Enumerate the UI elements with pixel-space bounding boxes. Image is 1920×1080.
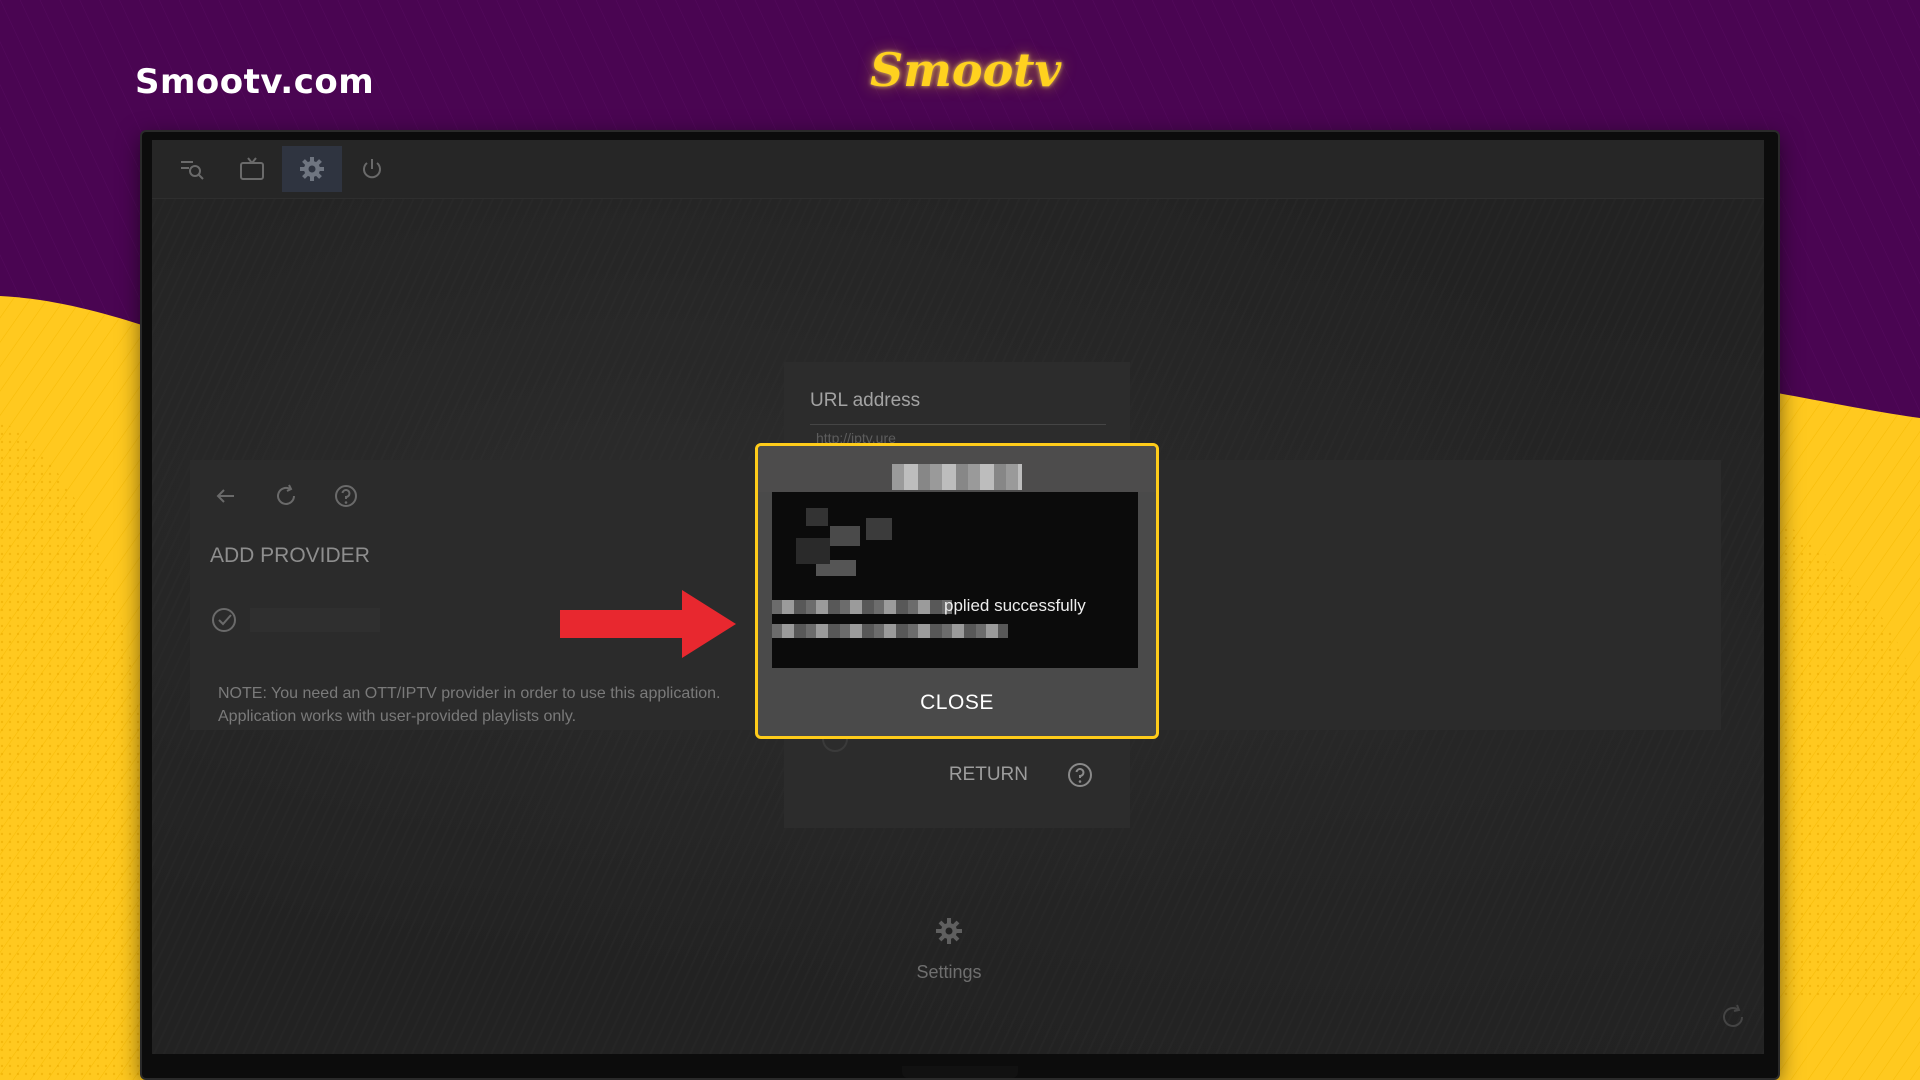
settings-tab-button[interactable] [282, 146, 342, 192]
refresh-icon [1723, 1004, 1743, 1027]
gear-icon [936, 918, 962, 944]
gear-icon [300, 157, 324, 181]
return-button[interactable]: RETURN [949, 764, 1028, 786]
success-dialog: pplied successfully CLOSE [755, 443, 1159, 739]
help-icon[interactable] [330, 480, 362, 512]
return-row: RETURN [784, 758, 1130, 792]
search-list-button[interactable] [162, 146, 222, 192]
help-icon[interactable] [1066, 761, 1094, 789]
add-provider-title: ADD PROVIDER [210, 544, 370, 567]
close-button[interactable]: CLOSE [914, 690, 1000, 716]
dialog-body: pplied successfully [772, 492, 1138, 668]
smootv-logo: Smootv [870, 43, 1062, 97]
refresh-icon[interactable] [270, 480, 302, 512]
app-top-toolbar [152, 140, 1764, 199]
pixelated-image [786, 498, 906, 590]
pixelated-title [892, 464, 1022, 490]
tv-stand [902, 1066, 1018, 1078]
power-button[interactable] [342, 146, 402, 192]
tv-button[interactable] [222, 146, 282, 192]
dialog-footer: CLOSE [758, 672, 1156, 734]
red-arrow-icon [560, 590, 736, 658]
back-arrow-icon[interactable] [210, 480, 242, 512]
site-url-label: Smootv.com [135, 62, 375, 102]
provider-note-text: NOTE: You need an OTT/IPTV provider in o… [218, 685, 721, 725]
pixelated-text [772, 624, 1008, 638]
url-input-underline [810, 424, 1106, 425]
tv-icon [240, 157, 264, 180]
provider-option-field[interactable] [250, 608, 380, 632]
pixelated-text [772, 600, 952, 614]
check-circle-icon[interactable] [208, 604, 240, 636]
url-address-label: URL address [810, 390, 921, 411]
search-list-icon [181, 161, 204, 180]
dialog-header [758, 446, 1156, 492]
dialog-message: pplied successfully [944, 596, 1086, 615]
power-icon [363, 159, 381, 179]
settings-label: Settings [916, 962, 982, 982]
